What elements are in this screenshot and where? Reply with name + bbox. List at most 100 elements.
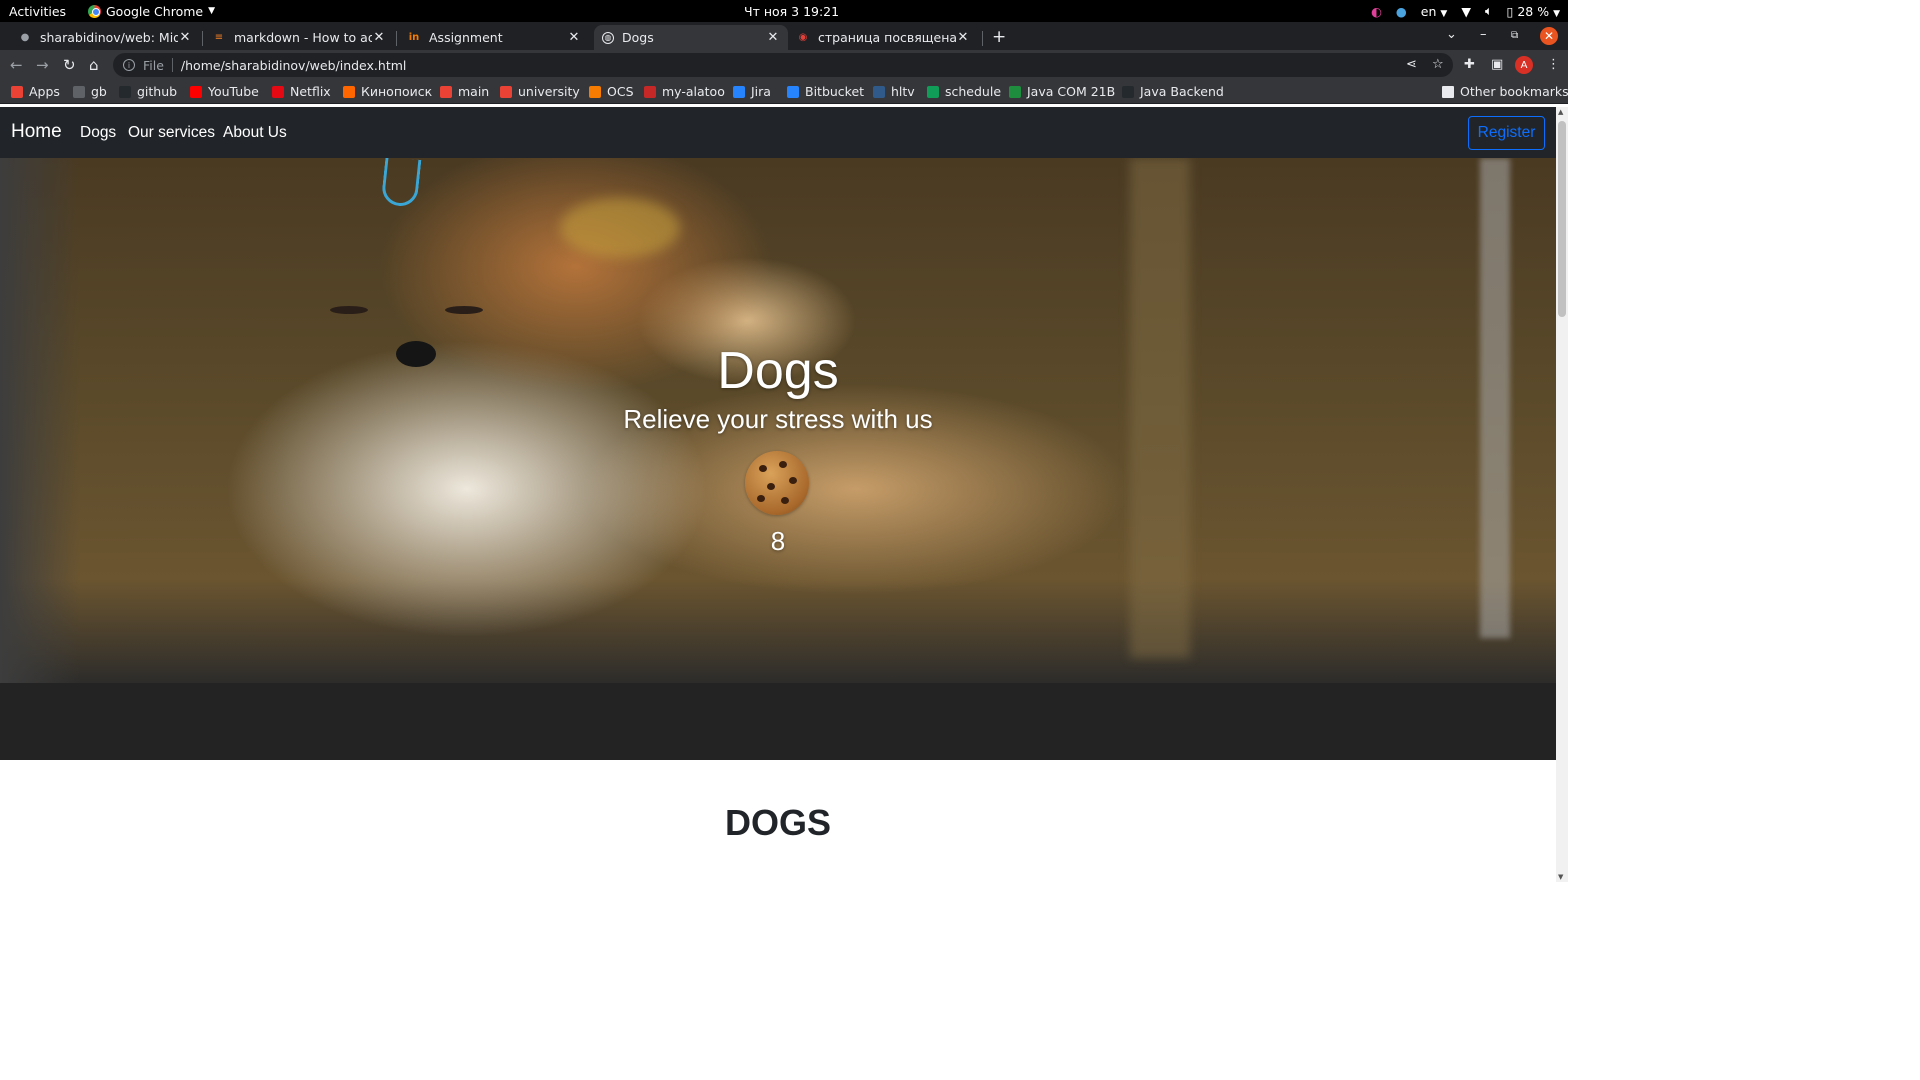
- bookmark-label: Java COM 21B: [1027, 84, 1116, 99]
- reload-icon[interactable]: ↻: [63, 56, 76, 74]
- close-icon[interactable]: ✕: [372, 30, 386, 45]
- bookmark-item[interactable]: gb: [73, 84, 107, 99]
- color-picker-icon[interactable]: ◐: [1371, 4, 1382, 19]
- bookmark-item[interactable]: Jira: [733, 84, 771, 99]
- bookmark-item[interactable]: main: [440, 84, 489, 99]
- close-icon[interactable]: ✕: [178, 30, 192, 45]
- side-panel-icon[interactable]: ▣: [1491, 57, 1503, 72]
- alatoo-icon: [644, 85, 656, 98]
- tab-title: sharabidinov/web: Midte: [40, 30, 178, 45]
- clock[interactable]: Чт ноя 3 19:21: [744, 4, 839, 19]
- nav-services-link[interactable]: Our services: [128, 124, 215, 142]
- tab-title: markdown - How to add i: [234, 30, 372, 45]
- volume-icon[interactable]: 🔈︎: [1485, 3, 1493, 19]
- bookmark-item[interactable]: Apps: [11, 84, 60, 99]
- tab-separator: [396, 31, 397, 46]
- sync-icon[interactable]: ●: [1396, 4, 1407, 19]
- menu-kebab-icon[interactable]: ⋮: [1547, 57, 1560, 72]
- other-bookmarks[interactable]: Other bookmarks: [1442, 84, 1569, 99]
- bitbucket-icon: [787, 85, 799, 98]
- bookmark-label: OCS: [607, 84, 634, 99]
- new-tab-button[interactable]: +: [992, 27, 1006, 47]
- tab-search-icon[interactable]: ⌄: [1446, 27, 1457, 42]
- page-scrollbar[interactable]: ▲ ▼: [1556, 107, 1568, 882]
- url-scheme: File: [143, 57, 164, 73]
- bookmark-item[interactable]: OCS: [589, 84, 634, 99]
- bookmark-label: hltv: [891, 84, 915, 99]
- nav-home-link[interactable]: Home: [11, 121, 62, 143]
- share-icon[interactable]: ⋖: [1406, 57, 1417, 72]
- minimize-button[interactable]: –: [1480, 27, 1487, 42]
- info-icon[interactable]: i: [123, 59, 135, 71]
- bookmark-item[interactable]: Bitbucket: [787, 84, 864, 99]
- bookmark-item[interactable]: my-alatoo: [644, 84, 725, 99]
- scroll-thumb[interactable]: [1558, 121, 1566, 317]
- tab-title: страница посвящена соб: [818, 30, 956, 45]
- nav-dogs-link[interactable]: Dogs: [80, 124, 116, 142]
- bookmark-item[interactable]: university: [500, 84, 580, 99]
- globe-icon: ◍: [602, 31, 614, 44]
- bookmark-label: Java Backend: [1140, 84, 1224, 99]
- bookmark-item[interactable]: Кинопоиск: [343, 84, 432, 99]
- bookmark-item[interactable]: Java Backend: [1122, 84, 1224, 99]
- cookie-icon[interactable]: [745, 451, 809, 515]
- scroll-up-icon[interactable]: ▲: [1558, 108, 1563, 116]
- caret-down-icon: ▼: [208, 6, 216, 16]
- folder-icon: [1442, 85, 1454, 98]
- tab-title: Assignment: [429, 30, 503, 45]
- app-menu-label: Google Chrome: [106, 3, 204, 19]
- bookmark-label: Кинопоиск: [361, 84, 433, 99]
- gmail-icon: [500, 85, 512, 98]
- address-bar[interactable]: i File /home/sharabidinov/web/index.html: [113, 53, 1453, 77]
- battery-indicator[interactable]: ▯ 28 % ▼: [1506, 4, 1560, 19]
- close-icon[interactable]: ✕: [766, 30, 780, 45]
- extensions-icon[interactable]: ✚: [1464, 57, 1475, 72]
- bookmark-label: YouTube: [208, 84, 259, 99]
- scroll-down-icon[interactable]: ▼: [1558, 873, 1563, 881]
- nav-about-link[interactable]: About Us: [223, 124, 287, 142]
- wifi-icon[interactable]: ▼: [1461, 4, 1471, 19]
- tab-assignment[interactable]: in Assignment ✕: [399, 25, 589, 50]
- github-icon: [1122, 85, 1134, 98]
- back-icon[interactable]: ←: [10, 56, 23, 74]
- hero-bg-shape: [0, 158, 80, 760]
- activities-button[interactable]: Activities: [9, 4, 66, 19]
- bookmark-item[interactable]: Netflix: [272, 84, 331, 99]
- bookmark-item[interactable]: hltv: [873, 84, 915, 99]
- app-menu[interactable]: Google Chrome ▼: [88, 4, 215, 19]
- tab-dog-page[interactable]: ◉ страница посвящена соб ✕: [788, 25, 978, 50]
- bookmark-item[interactable]: Java COM 21B: [1009, 84, 1115, 99]
- gmail-icon: [440, 85, 452, 98]
- bookmark-item[interactable]: YouTube: [190, 84, 259, 99]
- tab-dogs[interactable]: ◍ Dogs ✕: [594, 25, 788, 50]
- tab-separator: [982, 31, 983, 46]
- close-icon[interactable]: ✕: [567, 30, 581, 45]
- home-icon[interactable]: ⌂: [89, 56, 99, 74]
- hero-banner: Dogs Relieve your stress with us 8: [0, 158, 1556, 760]
- forward-icon[interactable]: →: [36, 56, 49, 74]
- close-icon[interactable]: ✕: [956, 30, 970, 45]
- keyboard-layout[interactable]: en ▼: [1421, 4, 1448, 19]
- system-tray[interactable]: ◐ ● en ▼ ▼ 🔈︎ ▯ 28 % ▼: [1371, 3, 1560, 19]
- url-text[interactable]: /home/sharabidinov/web/index.html: [181, 58, 406, 73]
- register-button[interactable]: Register: [1468, 116, 1545, 150]
- other-bookmarks-label: Other bookmarks: [1460, 84, 1569, 99]
- hero-bg-shape: [445, 306, 483, 314]
- bookmark-item[interactable]: schedule: [927, 84, 1001, 99]
- hero-title: Dogs: [717, 342, 839, 400]
- tab-stackoverflow[interactable]: ≡ markdown - How to add i ✕: [204, 25, 394, 50]
- bookmark-label: Bitbucket: [805, 84, 865, 99]
- chrome-icon: [88, 4, 101, 18]
- classroom-icon: [1009, 85, 1021, 98]
- system-top-bar: Activities Google Chrome ▼ Чт ноя 3 19:2…: [0, 0, 1568, 22]
- sheets-icon: [927, 85, 939, 98]
- window-close-button[interactable]: ✕: [1540, 27, 1558, 45]
- bookmark-star-icon[interactable]: ☆: [1432, 57, 1444, 72]
- profile-avatar[interactable]: A: [1515, 56, 1533, 74]
- bookmark-item[interactable]: github: [119, 84, 177, 99]
- tab-github[interactable]: ● sharabidinov/web: Midte ✕: [10, 25, 200, 50]
- bookmark-label: Jira: [751, 84, 771, 99]
- bookmark-label: schedule: [945, 84, 1002, 99]
- restore-button[interactable]: ⧉: [1511, 30, 1518, 41]
- tab-strip: ● sharabidinov/web: Midte ✕ ≡ markdown -…: [0, 22, 1568, 50]
